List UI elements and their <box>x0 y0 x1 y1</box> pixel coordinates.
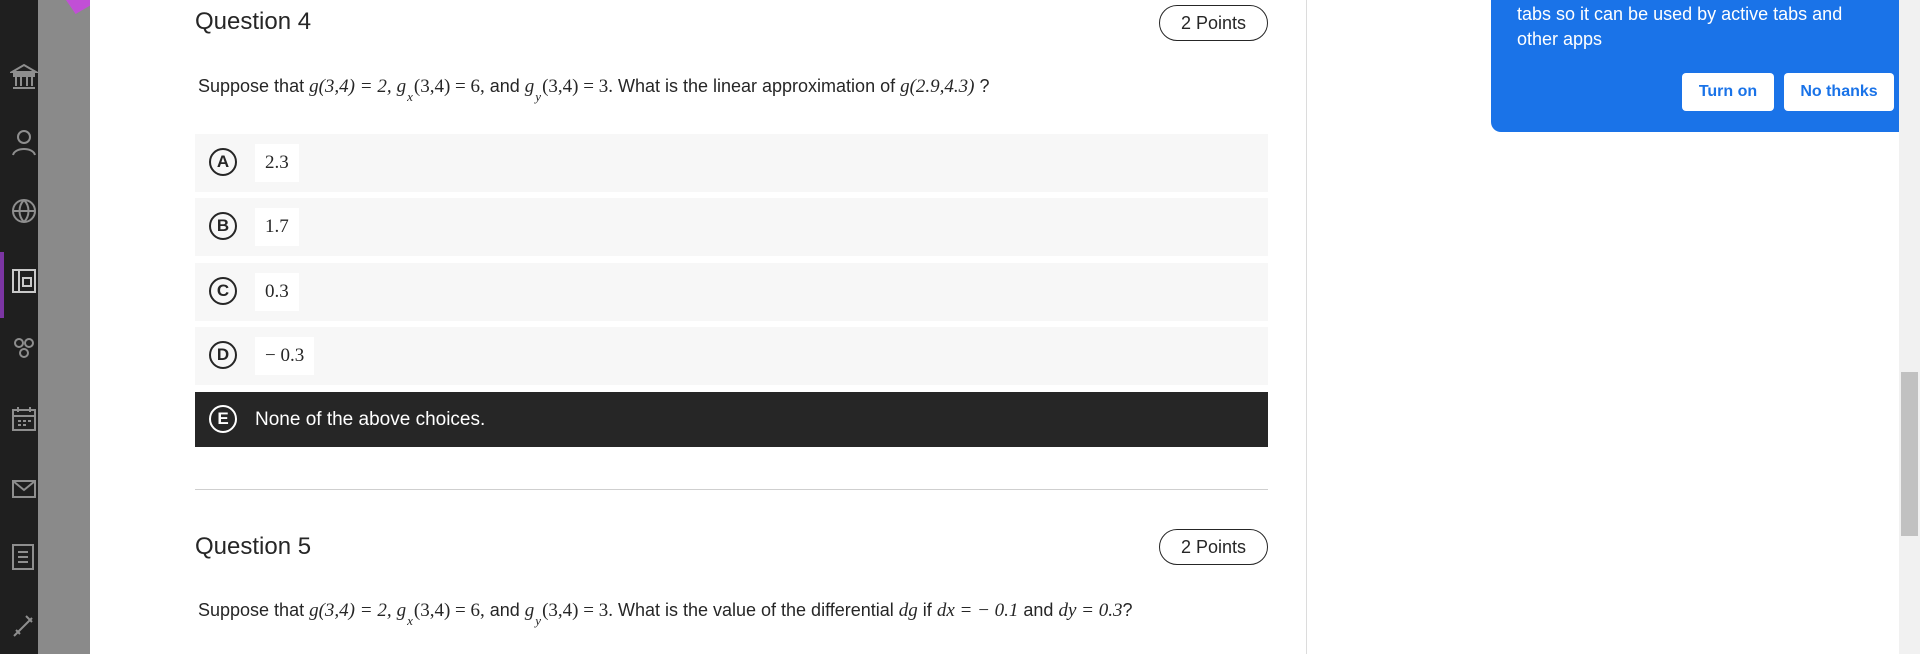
question-separator <box>195 489 1268 490</box>
answer-option-e[interactable]: E None of the above choices. <box>195 392 1268 447</box>
question-5-points-badge: 2 Points <box>1159 529 1268 565</box>
q4-math-gx: g <box>396 76 407 97</box>
q4-math-gy-eq: (3,4) = 3. <box>542 76 613 97</box>
q5-math-dx: dx = − 0.1 <box>936 600 1019 621</box>
option-value-a: 2.3 <box>255 144 299 182</box>
question-5-text: Suppose that g(3,4) = 2, gx(3,4) = 6, an… <box>198 600 1133 628</box>
option-letter-c: C <box>209 277 237 305</box>
q5-math-dy: dy = 0.3 <box>1058 600 1123 621</box>
q4-math-gx-eq: (3,4) = 6, <box>413 76 485 97</box>
active-nav-indicator <box>0 252 4 318</box>
no-thanks-button[interactable]: No thanks <box>1784 73 1894 111</box>
tools-icon[interactable] <box>10 610 40 644</box>
answer-option-c[interactable]: C 0.3 <box>195 263 1268 321</box>
q5-math-gx: g <box>396 600 407 621</box>
q4-text-and: and <box>484 76 525 96</box>
grades-icon[interactable] <box>10 542 40 576</box>
option-value-b: 1.7 <box>255 208 299 246</box>
option-value-e: None of the above choices. <box>255 409 486 430</box>
q5-math-g: g(3,4) = 2, <box>309 600 392 621</box>
q5-math-gy-sub: y <box>535 613 542 628</box>
q5-math-gx-eq: (3,4) = 6, <box>413 600 485 621</box>
q4-text-end: ? <box>974 76 990 96</box>
q5-text-and: and <box>484 600 525 620</box>
q5-math-gx-sub: x <box>407 613 413 628</box>
overlay-backdrop <box>38 0 90 654</box>
answer-option-b[interactable]: B 1.7 <box>195 198 1268 256</box>
q5-math-dg: dg <box>898 600 918 621</box>
popup-message: tabs so it can be used by active tabs an… <box>1517 4 1843 49</box>
q5-math-gy-eq: (3,4) = 3. <box>542 600 613 621</box>
q5-text-and2: and <box>1018 600 1059 620</box>
question-5-title: Question 5 <box>195 533 312 560</box>
q4-math-gx-sub: x <box>407 89 413 104</box>
question-4-title: Question 4 <box>195 8 312 35</box>
q4-text-ask: What is the linear approximation of <box>612 76 901 96</box>
q5-text-ask: What is the value of the differential <box>612 600 899 620</box>
left-nav-rail <box>0 0 40 654</box>
option-value-c: 0.3 <box>255 273 299 311</box>
option-letter-d: D <box>209 341 237 369</box>
q5-math-gy: g <box>524 600 535 621</box>
answer-option-a[interactable]: A 2.3 <box>195 134 1268 192</box>
option-letter-b: B <box>209 212 237 240</box>
q5-text-if: if <box>917 600 937 620</box>
option-letter-e: E <box>209 405 237 433</box>
globe-icon[interactable] <box>10 196 40 230</box>
calendar-icon[interactable] <box>10 404 40 438</box>
q4-math-target: g(2.9,4.3) <box>900 76 975 97</box>
turn-on-button[interactable]: Turn on <box>1682 73 1774 111</box>
courses-icon[interactable] <box>10 266 40 300</box>
q5-text-end: ? <box>1122 600 1133 620</box>
groups-icon[interactable] <box>10 334 40 368</box>
q5-text-prefix: Suppose that <box>198 600 310 620</box>
messages-icon[interactable] <box>10 474 40 508</box>
scrollbar-track[interactable] <box>1899 0 1920 654</box>
answer-option-d[interactable]: D − 0.3 <box>195 327 1268 385</box>
option-value-d: − 0.3 <box>255 337 315 375</box>
q4-text-prefix: Suppose that <box>198 76 310 96</box>
browser-notification-popup: tabs so it can be used by active tabs an… <box>1491 0 1919 132</box>
option-letter-a: A <box>209 148 237 176</box>
q4-math-gy: g <box>524 76 535 97</box>
panel-divider <box>1306 0 1307 654</box>
institution-icon[interactable] <box>8 62 40 96</box>
q4-math-gy-sub: y <box>535 89 542 104</box>
q4-math-g: g(3,4) = 2, <box>309 76 392 97</box>
scrollbar-thumb[interactable] <box>1901 372 1918 536</box>
question-4-text: Suppose that g(3,4) = 2, gx(3,4) = 6, an… <box>198 76 990 104</box>
profile-icon[interactable] <box>10 128 40 162</box>
question-4-points-badge: 2 Points <box>1159 5 1268 41</box>
